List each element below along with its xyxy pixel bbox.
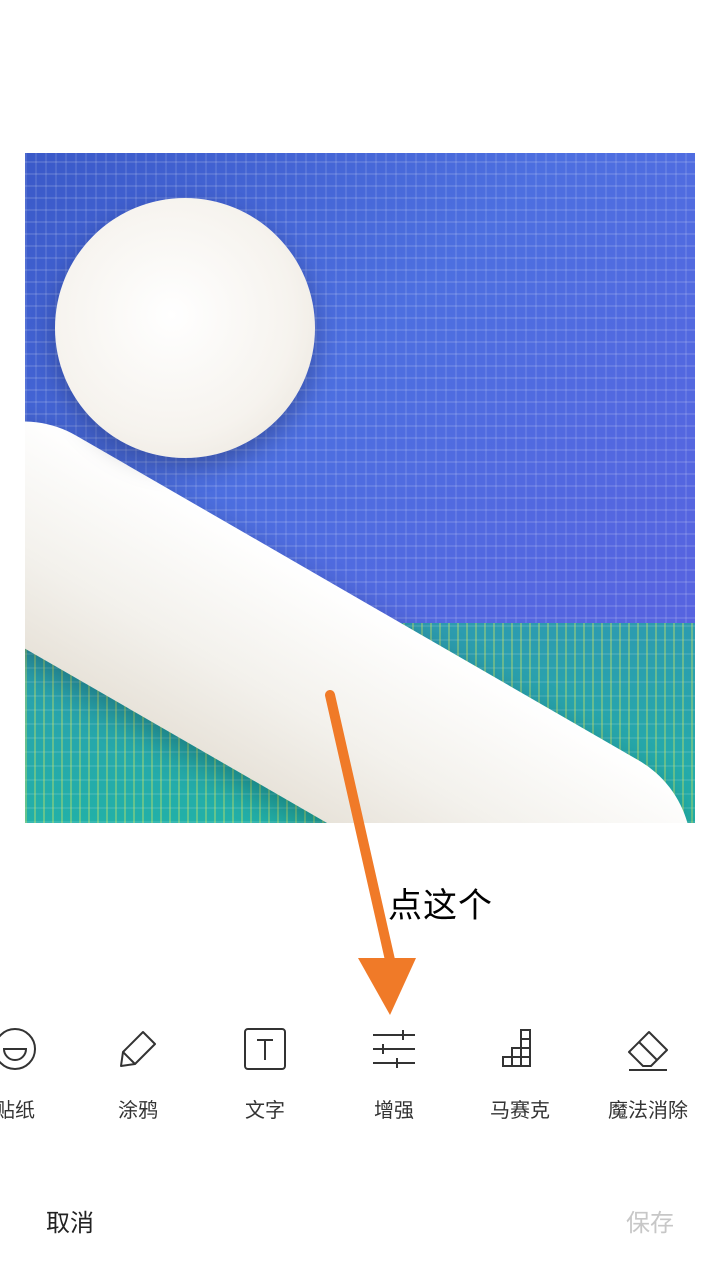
tool-enhance[interactable]: 增强 xyxy=(334,1010,454,1130)
tool-magic-eraser[interactable]: 魔法消除 xyxy=(588,1010,708,1130)
tool-text[interactable]: 文字 xyxy=(205,1010,325,1130)
tool-label: 文字 xyxy=(245,1098,285,1122)
tool-sticker[interactable]: 贴纸 xyxy=(0,1010,75,1130)
tool-doodle[interactable]: 涂鸦 xyxy=(78,1010,198,1130)
cat-paw xyxy=(55,198,315,458)
pencil-icon xyxy=(120,1031,156,1067)
save-button[interactable]: 保存 xyxy=(626,1203,674,1238)
edit-toolbar: 贴纸 涂鸦 文字 增强 马赛克 魔法消除 xyxy=(0,1010,720,1130)
cancel-button[interactable]: 取消 xyxy=(46,1203,94,1238)
sliders-icon xyxy=(373,1030,415,1068)
tool-label: 涂鸦 xyxy=(118,1098,158,1122)
tool-label: 魔法消除 xyxy=(608,1098,688,1122)
tool-label: 增强 xyxy=(374,1098,414,1122)
tool-label: 马赛克 xyxy=(490,1098,550,1122)
annotation-text: 点这个 xyxy=(388,886,493,926)
tool-mosaic[interactable]: 马赛克 xyxy=(460,1010,580,1130)
mosaic-icon xyxy=(502,1029,531,1067)
sticker-icon xyxy=(0,1028,36,1070)
eraser-icon xyxy=(628,1031,668,1071)
tool-label: 贴纸 xyxy=(0,1098,35,1122)
annotation-arrow xyxy=(325,690,416,1015)
text-icon xyxy=(244,1028,286,1070)
